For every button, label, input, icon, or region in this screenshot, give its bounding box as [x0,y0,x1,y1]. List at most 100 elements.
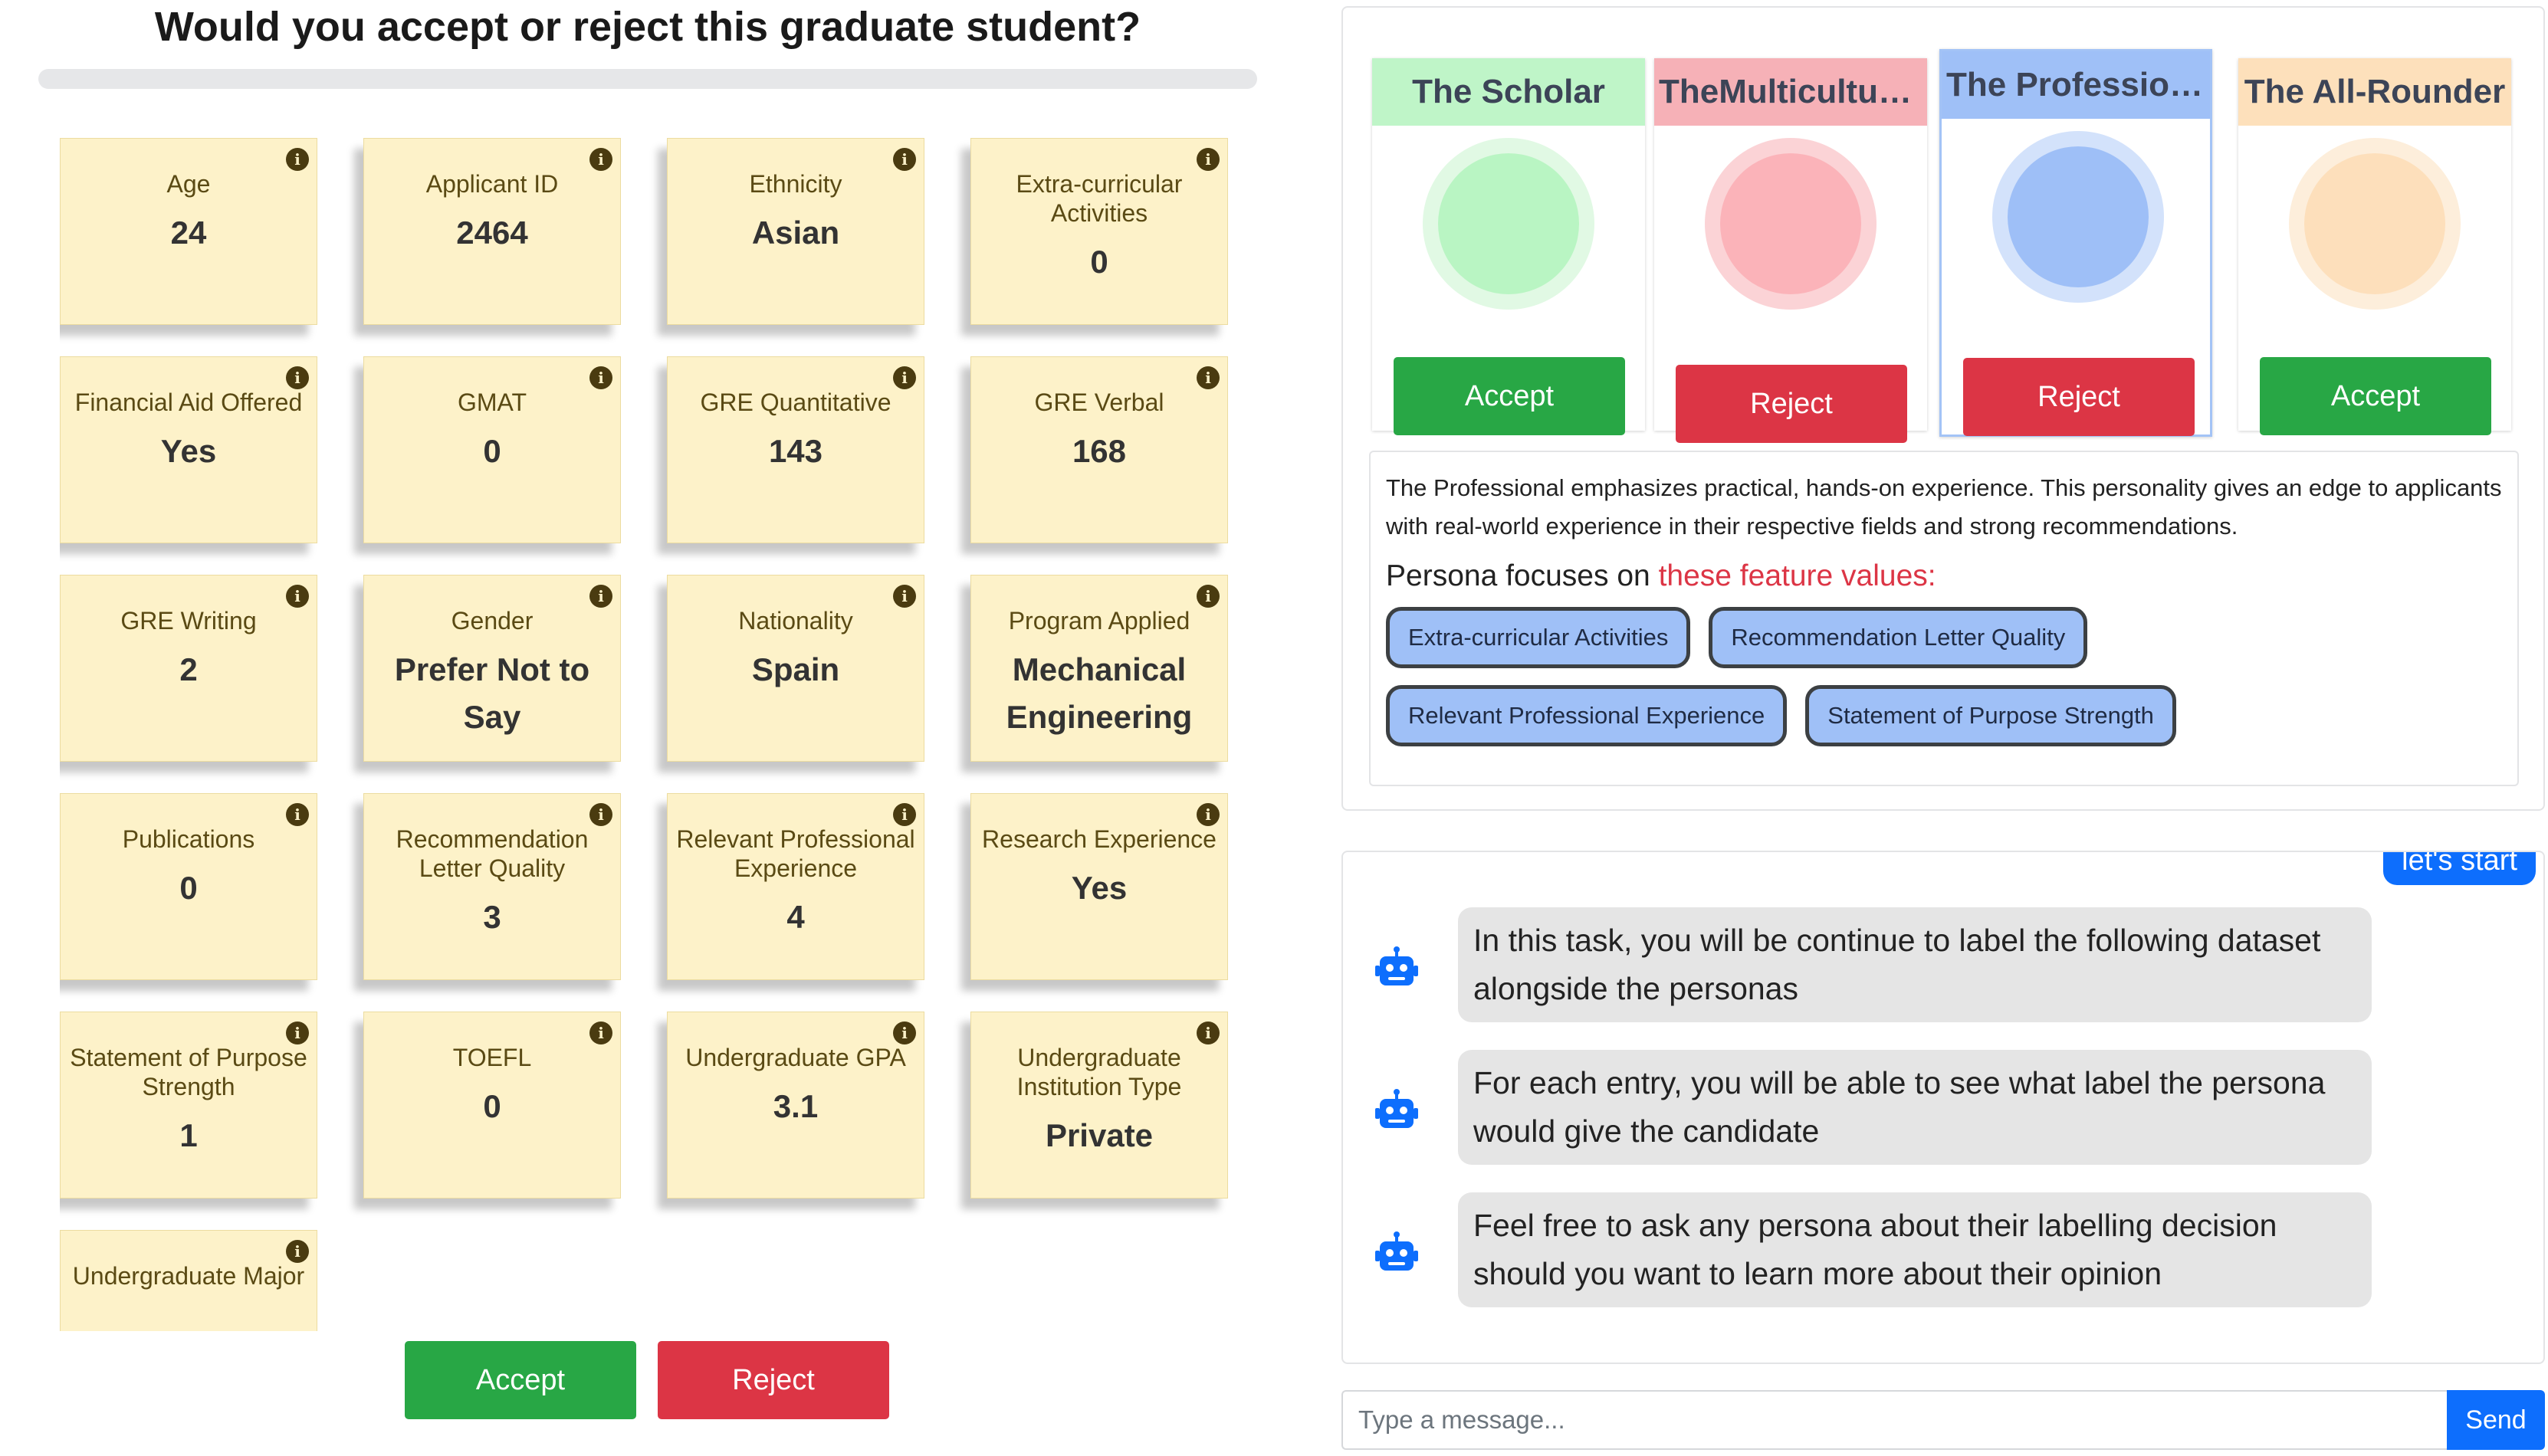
feature-label: Ethnicity [749,170,842,198]
info-icon[interactable]: i [589,148,612,171]
feature-value: 3.1 [773,1088,819,1124]
feature-value: Asian [751,215,840,251]
info-icon[interactable]: i [286,148,309,171]
feature-value: Mechanical Engineering [1006,651,1193,735]
info-icon[interactable]: i [589,803,612,826]
feature-label: TOEFL [452,1044,532,1071]
reject-button[interactable]: Reject [658,1341,889,1419]
persona-card[interactable]: The All-Rounder Accept [2238,58,2511,435]
feature-label: Recommendation Letter Quality [396,825,589,882]
feature-label: GMAT [457,389,527,416]
persona-avatar [1423,138,1594,310]
chat-message-input[interactable] [1341,1390,2447,1450]
info-icon[interactable]: i [286,1021,309,1044]
feature-value: Spain [751,651,840,687]
feature-label: Undergraduate GPA [685,1044,906,1071]
feature-label: GRE Writing [120,607,257,635]
info-icon[interactable]: i [286,585,309,608]
feature-label: Undergraduate Major [72,1262,305,1290]
info-icon[interactable]: i [286,366,309,389]
info-icon[interactable]: i [893,585,916,608]
info-icon[interactable]: i [1197,366,1220,389]
persona-decision-button[interactable]: Accept [2260,357,2491,435]
feature-label: Program Applied [1008,607,1190,635]
robot-icon [1375,946,1418,985]
feature-label: Undergraduate Institution Type [1016,1044,1182,1100]
feature-card: i Financial Aid Offered Yes [60,356,317,543]
feature-card: i Applicant ID 2464 [363,138,621,325]
feature-card: i GRE Writing 2 [60,575,317,762]
persona-card[interactable]: The Scholar Accept [1372,58,1645,435]
persona-name: The All-Rounder [2238,58,2511,126]
info-icon[interactable]: i [589,585,612,608]
info-icon[interactable]: i [1197,585,1220,608]
feature-label: Applicant ID [425,170,559,198]
info-icon[interactable]: i [893,366,916,389]
feature-value: 4 [786,899,805,935]
info-icon[interactable]: i [1197,148,1220,171]
focus-feature-chip[interactable]: Statement of Purpose Strength [1805,685,2176,746]
feature-value: 143 [768,433,823,469]
feature-card: i GMAT 0 [363,356,621,543]
info-icon[interactable]: i [1197,803,1220,826]
persona-avatar [1992,131,2164,303]
feature-card: i Statement of Purpose Strength 1 [60,1012,317,1199]
persona-focus-heading: Persona focuses on these feature values: [1386,559,2502,593]
feature-value: 0 [483,1088,501,1124]
info-icon[interactable]: i [589,1021,612,1044]
feature-label: Nationality [738,607,853,635]
robot-icon [1375,1089,1418,1128]
feature-value: Yes [1071,870,1128,906]
info-icon[interactable]: i [286,803,309,826]
feature-value: 168 [1072,433,1127,469]
focus-feature-chip[interactable]: Relevant Professional Experience [1386,685,1788,746]
feature-card: i Undergraduate Major [60,1230,317,1331]
feature-label: GRE Verbal [1034,389,1164,416]
feature-value: 1 [179,1117,198,1153]
accept-button[interactable]: Accept [405,1341,636,1419]
persona-focus-prefix: Persona focuses on [1386,559,1659,592]
feature-cards-grid: i Age 24 i Applicant ID 2464 i Ethnicity Asian i E… [60,138,1240,1331]
persona-decision-button[interactable]: Accept [1394,357,1625,435]
focus-feature-chips: Extra-curricular Activities Recommendati… [1386,607,2502,746]
focus-feature-chip[interactable]: Recommendation Letter Quality [1709,607,2088,668]
progress-bar [38,69,1257,89]
persona-decision-button[interactable]: Reject [1963,358,2195,436]
info-icon[interactable]: i [286,1240,309,1263]
persona-avatar [2289,138,2461,310]
bot-message-bubble: In this task, you will be continue to la… [1458,907,2372,1022]
feature-card: i TOEFL 0 [363,1012,621,1199]
persona-avatar-inner [1720,153,1861,294]
feature-card: i Recommendation Letter Quality 3 [363,793,621,980]
info-icon[interactable]: i [893,148,916,171]
feature-value: 2464 [456,215,528,251]
persona-card[interactable]: TheMulticultural Advocate Reject [1654,58,1927,443]
user-message-bubble: let's start [2383,852,2536,885]
persona-avatar-inner [1438,153,1579,294]
feature-value: Yes [160,433,217,469]
feature-card: i Research Experience Yes [970,793,1228,980]
chat-panel[interactable]: let's start In this task, you will be co… [1341,851,2545,1364]
feature-label: GRE Quantitative [700,389,891,416]
persona-card[interactable]: The Professional Reject [1939,49,2212,437]
persona-avatar-inner [2304,153,2445,294]
info-icon[interactable]: i [589,366,612,389]
feature-card: i Nationality Spain [667,575,924,762]
persona-description-box: The Professional emphasizes practical, h… [1369,451,2519,786]
chat-input-bar: Send [1341,1390,2545,1450]
feature-card: i Undergraduate GPA 3.1 [667,1012,924,1199]
info-icon[interactable]: i [893,803,916,826]
feature-card: i Undergraduate Institution Type Private [970,1012,1228,1199]
feature-value: 0 [483,433,501,469]
feature-label: Financial Aid Offered [74,389,303,416]
feature-label: Age [166,170,211,198]
feature-card: i Publications 0 [60,793,317,980]
focus-feature-chip[interactable]: Extra-curricular Activities [1386,607,1691,668]
feature-value: 0 [1090,244,1108,280]
info-icon[interactable]: i [893,1021,916,1044]
send-button[interactable]: Send [2447,1390,2545,1450]
feature-card: i Relevant Professional Experience 4 [667,793,924,980]
persona-decision-button[interactable]: Reject [1676,365,1907,443]
info-icon[interactable]: i [1197,1021,1220,1044]
persona-name: The Scholar [1372,58,1645,126]
